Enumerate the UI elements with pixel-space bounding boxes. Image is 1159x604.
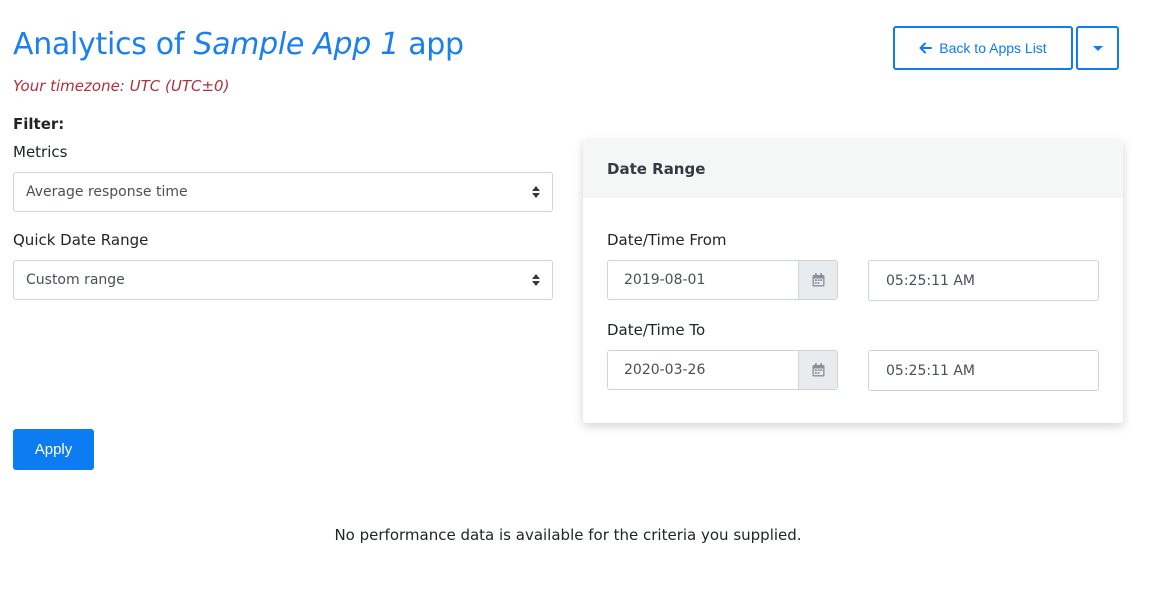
back-button-label: Back to Apps List [939,40,1047,56]
title-suffix: app [398,27,464,62]
apps-dropdown-toggle[interactable] [1076,26,1119,70]
calendar-icon[interactable] [798,351,837,389]
title-prefix: Analytics of [13,27,194,62]
timezone-text: Your timezone: UTC (UTC±0) [13,77,230,95]
quick-range-select-value: Custom range [26,272,125,288]
filter-heading: Filter: [13,115,65,133]
metrics-select-value: Average response time [26,184,188,200]
select-arrows-icon [532,186,540,198]
calendar-icon[interactable] [798,261,837,299]
back-to-apps-button[interactable]: Back to Apps List [893,26,1073,70]
select-arrows-icon [532,274,540,286]
time-from-input[interactable]: 05:25:11 AM [868,260,1099,301]
date-to-value: 2020-03-26 [624,362,706,378]
quick-range-select[interactable]: Custom range [13,260,553,300]
metrics-label: Metrics [13,143,68,161]
no-data-message: No performance data is available for the… [334,526,802,544]
quick-range-label: Quick Date Range [13,231,149,249]
time-to-input[interactable]: 05:25:11 AM [868,350,1099,391]
page-title: Analytics of Sample App 1 app [13,27,464,62]
date-from-label: Date/Time From [607,231,727,249]
time-from-value: 05:25:11 AM [886,272,975,289]
date-to-label: Date/Time To [607,321,706,339]
date-range-card: Date Range Date/Time From 2019-08-01 05:… [583,140,1123,423]
date-from-value: 2019-08-01 [624,272,706,288]
app-name: Sample App 1 [193,27,399,62]
apply-button[interactable]: Apply [13,429,94,470]
date-from-input[interactable]: 2019-08-01 [607,260,838,300]
date-to-input[interactable]: 2020-03-26 [607,350,838,390]
date-range-heading: Date Range [583,140,1123,198]
metrics-select[interactable]: Average response time [13,172,553,212]
arrow-left-icon [919,42,933,54]
caret-down-icon [1092,45,1103,51]
time-to-value: 05:25:11 AM [886,362,975,379]
